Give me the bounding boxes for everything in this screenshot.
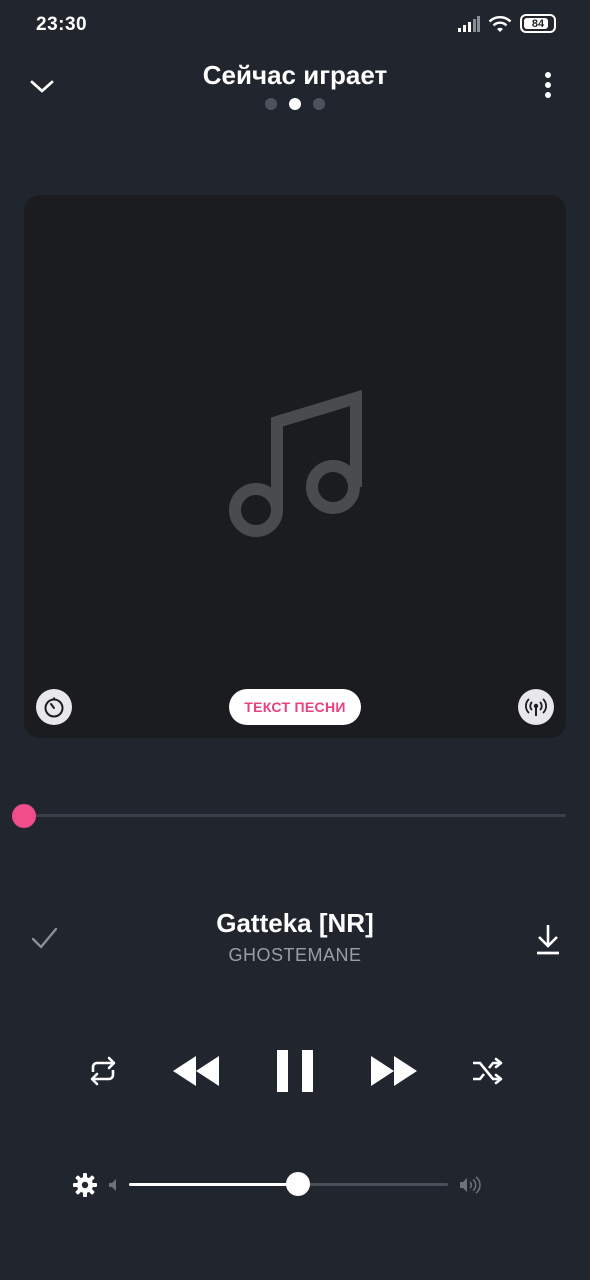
rewind-icon bbox=[173, 1056, 219, 1086]
wifi-icon bbox=[488, 15, 512, 32]
status-time: 23:30 bbox=[36, 14, 88, 35]
shuffle-icon bbox=[473, 1057, 503, 1085]
equalizer-settings-button[interactable] bbox=[72, 1172, 98, 1203]
download-icon bbox=[537, 925, 559, 955]
repeat-icon bbox=[90, 1056, 116, 1086]
timer-icon bbox=[44, 697, 64, 718]
broadcast-icon bbox=[525, 698, 547, 716]
lyrics-button[interactable]: ТЕКСТ ПЕСНИ bbox=[229, 689, 361, 725]
fast-forward-icon bbox=[371, 1056, 417, 1086]
cast-button[interactable] bbox=[518, 689, 554, 725]
page-dot[interactable] bbox=[265, 98, 277, 110]
sleep-timer-button[interactable] bbox=[36, 689, 72, 725]
download-button[interactable] bbox=[534, 922, 562, 961]
fast-forward-button[interactable] bbox=[369, 1053, 419, 1094]
track-artist[interactable]: GHOSTEMANE bbox=[0, 945, 590, 966]
gear-icon bbox=[73, 1173, 97, 1197]
seek-thumb[interactable] bbox=[12, 804, 36, 828]
battery-icon: 84 bbox=[520, 14, 556, 33]
volume-fill bbox=[129, 1183, 299, 1186]
page-dot-active[interactable] bbox=[289, 98, 301, 110]
volume-thumb[interactable] bbox=[286, 1172, 311, 1196]
page-title: Сейчас играет bbox=[202, 60, 388, 90]
pause-icon bbox=[277, 1050, 313, 1092]
volume-low-icon bbox=[108, 1178, 120, 1197]
page-dot[interactable] bbox=[313, 98, 325, 110]
page-indicator[interactable] bbox=[0, 98, 590, 110]
rewind-button[interactable] bbox=[171, 1053, 221, 1094]
music-note-icon bbox=[229, 390, 362, 537]
seek-bar[interactable] bbox=[24, 814, 566, 817]
more-options-button[interactable] bbox=[536, 70, 560, 105]
repeat-button[interactable] bbox=[86, 1055, 120, 1092]
battery-level: 84 bbox=[531, 17, 545, 30]
volume-high-icon bbox=[459, 1176, 483, 1199]
pause-button[interactable] bbox=[276, 1049, 314, 1098]
shuffle-button[interactable] bbox=[471, 1056, 505, 1091]
track-title: Gatteka [NR] bbox=[216, 908, 374, 938]
signal-icon bbox=[458, 15, 480, 32]
status-icons: 84 bbox=[458, 14, 556, 33]
more-vertical-icon bbox=[545, 72, 551, 98]
